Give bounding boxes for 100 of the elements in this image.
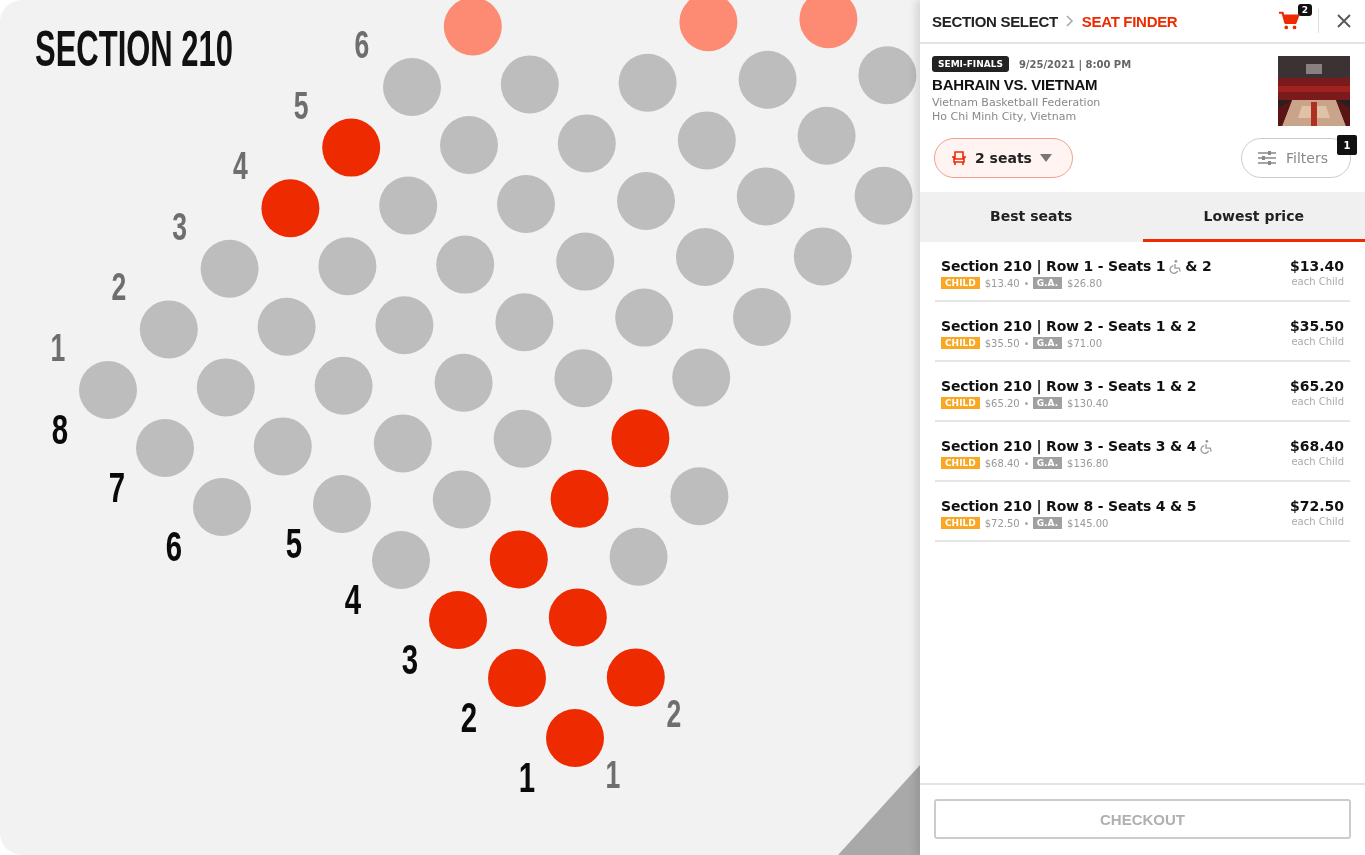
seat-number: 3 — [172, 205, 187, 248]
seat[interactable] — [677, 111, 736, 170]
row-label: 3 — [401, 635, 419, 684]
row-label: 1 — [518, 753, 536, 802]
seat[interactable] — [672, 348, 731, 407]
seat[interactable] — [736, 167, 795, 226]
seat[interactable] — [606, 648, 665, 707]
child-ticket-tag: CHILD — [941, 457, 980, 469]
sort-tab[interactable]: Lowest price — [1142, 192, 1365, 242]
seat[interactable] — [434, 353, 493, 412]
seat-number: 2 — [666, 692, 682, 736]
seat[interactable] — [489, 530, 548, 589]
seat[interactable] — [554, 349, 613, 408]
seat[interactable] — [488, 649, 546, 707]
seat[interactable] — [379, 176, 438, 235]
listing-title[interactable]: Section 210 | Row 3 - Seats 1 & 2 — [941, 378, 1197, 394]
row-label: 7 — [108, 463, 126, 512]
seat[interactable] — [383, 58, 441, 116]
seat[interactable] — [375, 296, 434, 355]
seat[interactable] — [854, 166, 913, 225]
seat[interactable] — [200, 239, 259, 298]
dot-separator-icon — [1024, 461, 1028, 465]
seats-dropdown[interactable]: 2 seats — [934, 138, 1073, 178]
listing-price: $72.50 — [1289, 498, 1344, 514]
seat[interactable] — [557, 114, 616, 173]
child-price: $72.50 — [984, 517, 1020, 529]
dot-separator-icon — [1024, 341, 1028, 345]
seat[interactable] — [136, 419, 194, 477]
general-admission-price: $71.00 — [1067, 337, 1103, 349]
seat[interactable] — [253, 417, 312, 476]
dot-separator-icon — [1024, 521, 1028, 525]
row-label: 8 — [51, 405, 69, 454]
seat[interactable] — [679, 0, 738, 52]
seat[interactable] — [440, 116, 498, 174]
listing-title-end[interactable]: & 2 — [1185, 258, 1212, 274]
seat[interactable] — [193, 478, 251, 536]
seat[interactable] — [495, 293, 554, 352]
seat[interactable] — [556, 232, 615, 291]
general-admission-price: $26.80 — [1067, 277, 1103, 289]
seat[interactable] — [799, 0, 858, 49]
seat[interactable] — [733, 288, 791, 346]
seat[interactable] — [497, 175, 555, 233]
general-admission-tag: G.A. — [1032, 397, 1063, 409]
price-note: each Child — [1291, 336, 1344, 347]
seat[interactable] — [261, 179, 320, 238]
seat[interactable] — [609, 527, 668, 586]
listing-title[interactable]: Section 210 | Row 2 - Seats 1 & 2 — [941, 318, 1197, 334]
seat[interactable] — [738, 50, 797, 109]
seat[interactable] — [196, 358, 255, 417]
seat[interactable] — [373, 414, 432, 473]
row-label: 5 — [285, 519, 303, 568]
seat[interactable] — [372, 531, 430, 589]
event-location: Ho Chi Minh City, Vietnam — [932, 110, 1078, 124]
seat[interactable] — [858, 46, 917, 105]
seat[interactable] — [318, 237, 377, 296]
seat[interactable] — [676, 228, 734, 286]
seat[interactable] — [546, 709, 604, 767]
seat[interactable] — [436, 235, 495, 294]
seat[interactable] — [493, 409, 552, 468]
seat[interactable] — [548, 588, 607, 647]
breadcrumb-link[interactable]: SECTION SELECT — [932, 12, 1058, 30]
general-admission-price: $145.00 — [1067, 517, 1109, 529]
seat[interactable] — [617, 172, 675, 230]
sort-tab[interactable]: Best seats — [920, 192, 1143, 242]
seat[interactable] — [550, 469, 609, 528]
sliders-icon — [1258, 151, 1276, 165]
section-title: SECTION 210 — [35, 20, 234, 77]
listing-price: $65.20 — [1289, 378, 1344, 394]
seat[interactable] — [611, 409, 670, 468]
breadcrumb-link[interactable]: SEAT FINDER — [1081, 12, 1178, 30]
seat[interactable] — [670, 467, 729, 526]
listing-title[interactable]: Section 210 | Row 3 - Seats 3 & 4 — [941, 438, 1197, 454]
filter-count-badge: 1 — [1337, 135, 1357, 155]
dot-separator-icon — [1024, 401, 1028, 405]
listing-title[interactable]: Section 210 | Row 1 - Seats 1 — [941, 258, 1166, 274]
seat[interactable] — [313, 475, 371, 533]
listing-price: $68.40 — [1289, 438, 1344, 454]
seat[interactable] — [79, 361, 137, 419]
seat[interactable] — [139, 300, 198, 359]
seat[interactable] — [314, 356, 373, 415]
seat[interactable] — [797, 106, 856, 165]
seat[interactable] — [443, 0, 502, 56]
child-price: $35.50 — [984, 337, 1020, 349]
child-ticket-tag: CHILD — [941, 397, 980, 409]
seat[interactable] — [322, 118, 381, 177]
listing-title[interactable]: Section 210 | Row 8 - Seats 4 & 5 — [941, 498, 1197, 514]
price-note: each Child — [1291, 276, 1344, 287]
seat[interactable] — [618, 53, 677, 112]
seat[interactable] — [615, 288, 674, 347]
seat[interactable] — [793, 227, 852, 286]
price-note: each Child — [1291, 396, 1344, 407]
seat[interactable] — [500, 55, 559, 114]
seat[interactable] — [432, 470, 491, 529]
cart-count-badge: 2 — [1297, 4, 1312, 16]
seat[interactable] — [257, 297, 316, 356]
seat[interactable] — [429, 591, 487, 649]
cart-icon[interactable] — [1278, 10, 1300, 32]
close-icon[interactable] — [1337, 14, 1351, 28]
event-title: BAHRAIN VS. VIETNAM — [932, 76, 1099, 93]
event-datetime: 9/25/2021 | 8:00 PM — [1018, 58, 1132, 70]
